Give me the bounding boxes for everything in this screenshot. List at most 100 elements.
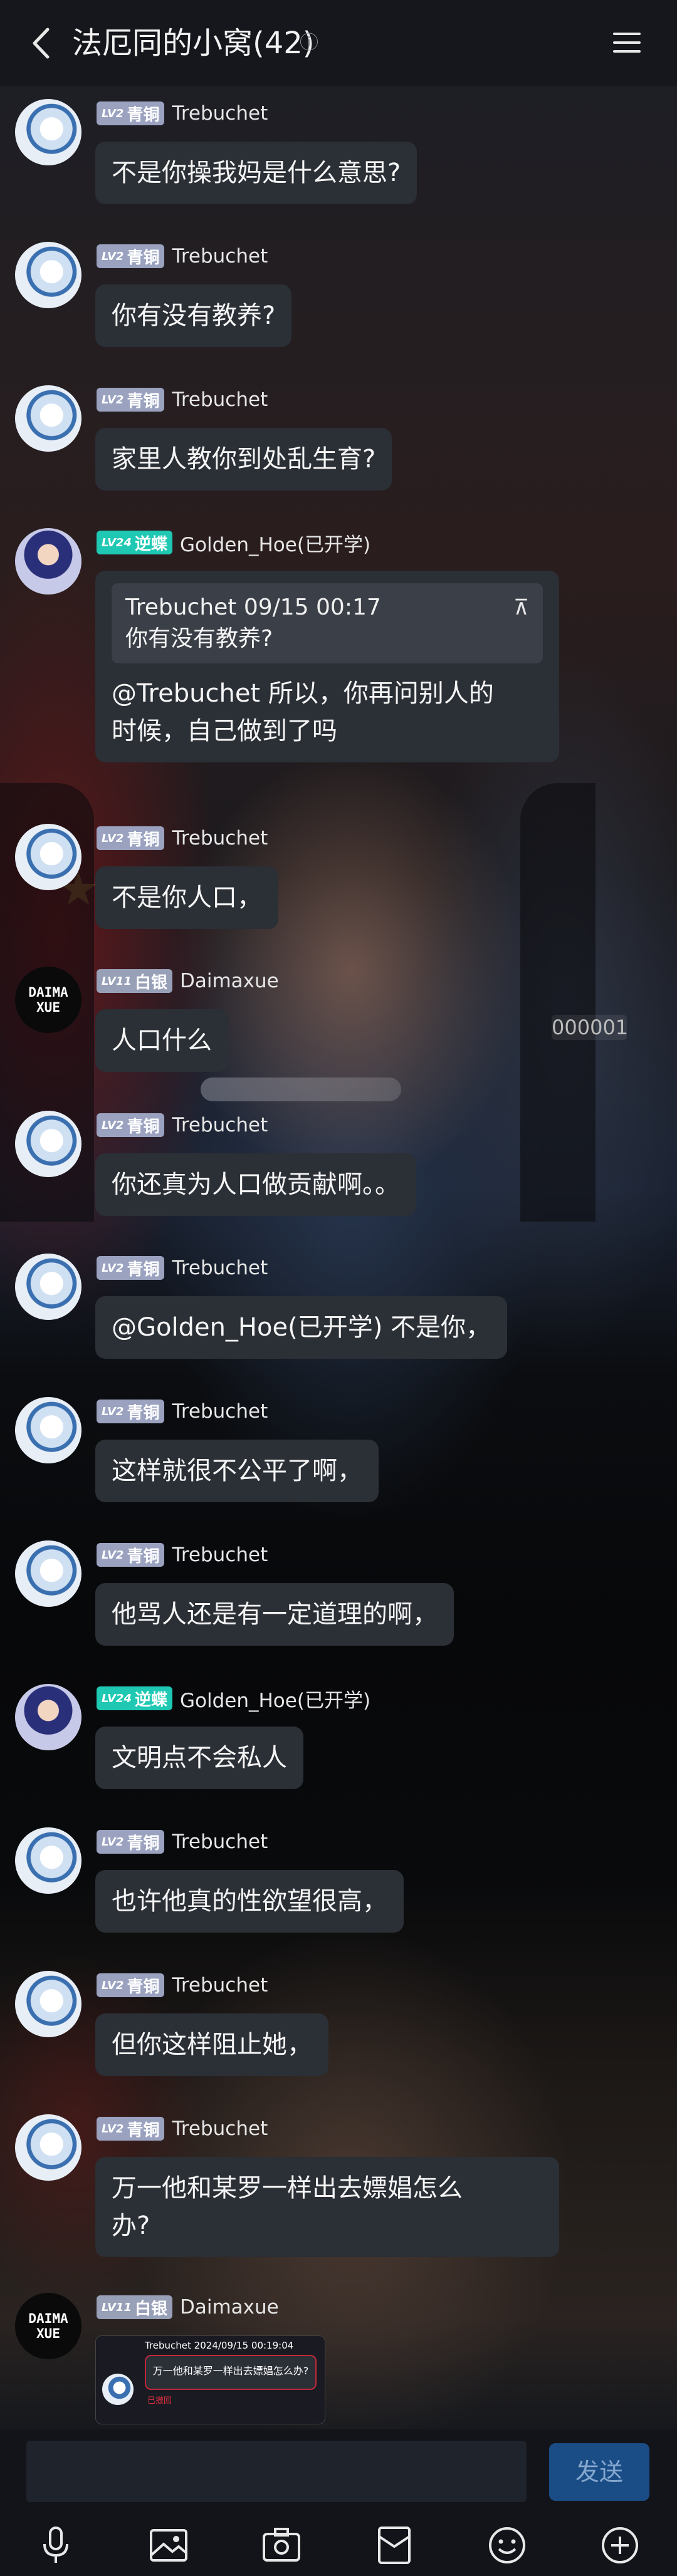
chevron-left-icon [33,28,50,59]
username: Trebuchet [172,1974,268,1997]
input-bar: 发送 [0,2429,677,2576]
username: Trebuchet [172,102,268,125]
message-bubble[interactable]: 不是你操我妈是什么意思? [95,142,417,204]
avatar[interactable] [15,1111,81,1177]
message-header: LV2 青铜 Trebuchet [97,1540,268,1569]
message-bubble[interactable]: @Golden_Hoe(已开学) 不是你， [95,1296,508,1359]
message-bubble[interactable]: 家里人教你到处乱生育? [95,428,392,491]
message-bubble[interactable]: 也许他真的性欲望很高， [95,1870,404,1933]
message-bubble[interactable]: 但你这样阻止她， [95,2013,328,2076]
quote-header: Trebuchet 09/15 00:17 [125,595,381,620]
message-header: LV24 逆蝶 Golden_Hoe(已开学) [97,528,370,557]
level-badge: LV2 青铜 [97,826,165,850]
message-header: LV2 青铜 Trebuchet [97,242,268,271]
background-chair-right [520,783,596,1222]
message-bubble[interactable]: 人口什么 [95,1009,228,1072]
more-button[interactable] [598,2523,642,2567]
level-badge: LV11 白银 [97,2295,172,2319]
hamburger-menu-icon [613,33,641,53]
avatar[interactable] [15,2114,81,2181]
username: Trebuchet [172,388,268,411]
avatar[interactable] [15,242,81,308]
plus-icon [602,2527,638,2563]
send-button[interactable]: 发送 [549,2443,649,2501]
quote-icon: ⊼ [513,595,529,620]
camera-button[interactable] [260,2523,303,2567]
level-badge: LV2 青铜 [97,2117,165,2141]
message-header: LV11 白银 Daimaxue [97,967,279,995]
background-epaulet [201,1078,401,1101]
avatar[interactable] [15,1827,81,1894]
message-bubble[interactable]: 他骂人还是有一定道理的啊， [95,1583,454,1646]
username: Trebuchet [172,1257,268,1279]
quoted-message[interactable]: Trebuchet 09/15 00:17 ⊼ 你有没有教养? [112,583,543,663]
message-header: LV11 白银 Daimaxue [97,2293,279,2322]
avatar[interactable] [15,1254,81,1320]
background-badge-number: 000001 [552,1015,629,1040]
message-header: LV2 青铜 Trebuchet [97,1397,268,1426]
top-bar: 法厄同的小窝(42) ⓘ [0,0,677,86]
level-badge: LV2 青铜 [97,101,165,125]
avatar[interactable] [15,1397,81,1463]
image-message[interactable]: Trebuchet 2024/09/15 00:19:04 万一他和某罗一样出去… [95,2335,325,2424]
username: Trebuchet [172,1831,268,1853]
username: Golden_Hoe(已开学) [180,533,371,556]
username: Daimaxue [180,970,279,992]
image-note: 已撤回 [147,2396,172,2406]
red-packet-button[interactable] [372,2523,416,2567]
image-button[interactable] [147,2523,191,2567]
image-header: Trebuchet 2024/09/15 00:19:04 [145,2340,294,2351]
message-bubble[interactable]: 不是你人口， [95,866,278,929]
message-bubble[interactable]: 万一他和某罗一样出去嫖娼怎么 办? [95,2157,559,2257]
back-button[interactable] [25,21,56,65]
emoji-button[interactable] [485,2523,529,2567]
voice-button[interactable] [34,2523,78,2567]
message-header: LV2 青铜 Trebuchet [97,1254,268,1282]
message-bubble[interactable]: 你有没有教养? [95,284,292,347]
level-badge: LV2 青铜 [97,1830,165,1854]
message-header: LV2 青铜 Trebuchet [97,824,268,853]
message-bubble[interactable]: Trebuchet 09/15 00:17 ⊼ 你有没有教养? @Trebuch… [95,571,559,762]
message-text-line: @Trebuchet 所以，你再问别人的 [112,679,494,708]
help-icon[interactable]: ⓘ [300,31,318,55]
username: Golden_Hoe(已开学) [180,1689,371,1712]
quote-text: 你有没有教养? [125,626,273,652]
avatar[interactable] [15,99,81,165]
message-header: LV2 青铜 Trebuchet [97,1971,268,2000]
message-header: LV2 青铜 Trebuchet [97,2114,268,2143]
message-header: LV2 青铜 Trebuchet [97,385,268,414]
level-badge: LV2 青铜 [97,1400,165,1423]
image-icon [150,2529,187,2562]
username: Trebuchet [172,1544,268,1566]
message-header: LV2 青铜 Trebuchet [97,99,268,128]
level-badge: LV11 白银 [97,969,172,993]
avatar[interactable]: DAIMA XUE [15,967,81,1033]
message-header: LV2 青铜 Trebuchet [97,1827,268,1856]
message-input[interactable] [26,2441,527,2502]
level-badge: LV2 青铜 [97,244,165,268]
message-header: LV24 逆蝶 Golden_Hoe(已开学) [97,1684,370,1713]
avatar[interactable] [15,824,81,890]
menu-button[interactable] [608,24,646,61]
message-bubble[interactable]: 你还真为人口做贡献啊。。 [95,1153,416,1216]
level-badge: LV24 逆蝶 [97,1686,172,1710]
username: Trebuchet [172,1114,268,1136]
image-bubble-text: 万一他和某罗一样出去嫖娼怎么办? [145,2355,317,2390]
avatar[interactable] [15,1684,81,1750]
level-badge: LV2 青铜 [97,1256,165,1280]
mic-icon [43,2527,68,2563]
avatar[interactable] [15,1971,81,2037]
message-header: LV2 青铜 Trebuchet [97,1111,268,1140]
username: Trebuchet [172,827,268,849]
message-bubble[interactable]: 文明点不会私人 [95,1727,303,1789]
username: Trebuchet [172,2117,268,2140]
avatar[interactable] [15,528,81,595]
message-text-line: 时候，自己做到了吗 [112,717,337,745]
username: Trebuchet [172,245,268,267]
avatar[interactable] [15,1540,81,1607]
avatar[interactable] [15,385,81,452]
red-packet-icon [378,2527,411,2564]
avatar[interactable]: DAIMA XUE [15,2293,81,2359]
message-text-line: 万一他和某罗一样出去嫖娼怎么 [112,2174,463,2203]
message-bubble[interactable]: 这样就很不公平了啊， [95,1440,379,1502]
